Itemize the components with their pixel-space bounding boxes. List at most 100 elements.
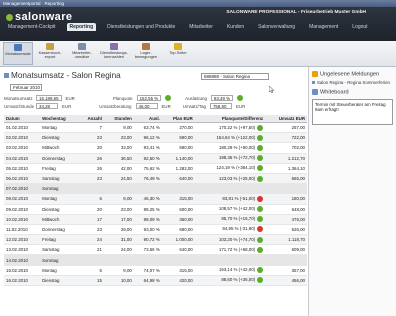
table-cell: 456,00 <box>265 275 307 287</box>
status-indicator-icon <box>257 246 264 253</box>
message-item[interactable]: Salon Regina - Regina Sommerferien <box>312 80 393 85</box>
table-cell: 609,00 <box>265 244 307 256</box>
nav-dienstleistungen[interactable]: Dienstleistungen und Produkte <box>104 23 178 31</box>
table-cell: Dienstag <box>40 204 79 215</box>
table-cell: 124,19 % (+384,10) <box>194 163 266 174</box>
table-cell: 75,62 % <box>133 163 162 174</box>
monatsumsatz-value: 16.189,65 <box>36 95 62 101</box>
column-header[interactable]: Anzahl <box>78 115 104 123</box>
table-cell: 04.02.2010 <box>4 153 41 164</box>
main-nav: Management-Cockpit Reporting Dienstleist… <box>5 23 371 31</box>
nav-kunden[interactable]: Kunden <box>224 23 247 31</box>
table-cell: 85,70 % (+16,70) <box>194 214 266 225</box>
status-indicator-icon <box>257 216 264 223</box>
table-row[interactable]: 10.02.2010 Mittwoch 17 17,00 98,09 % 360,00 85… <box>4 214 307 225</box>
toolbar-dienstleistung-button[interactable]: Dienstleistungs-kennzahlen <box>99 42 129 65</box>
status-indicator-icon <box>257 155 264 162</box>
table-row[interactable]: 11.02.2010 Donnerstag 23 29,00 93,00 % 680,00… <box>4 224 307 236</box>
table-cell: 93,41 % <box>133 142 162 154</box>
table-cell <box>161 254 195 266</box>
table-cell: 06.02.2010 <box>4 173 41 185</box>
messages-heading: Ungelesene Meldungen <box>312 71 393 77</box>
month-select[interactable]: Februar 2010 <box>10 84 42 91</box>
table-row[interactable]: 02.02.2010 Dienstag 23 23,00 96,12 % 590,00 15… <box>4 132 307 144</box>
table-row[interactable]: 13.02.2010 Samstag 21 24,00 73,66 % 640,00 171… <box>4 244 307 256</box>
table-row[interactable]: 12.02.2010 Freitag 24 31,00 90,72 % 1.000,00 1… <box>4 234 307 246</box>
table-cell: 20 <box>78 204 104 215</box>
table-row[interactable]: 03.02.2010 Mittwoch 20 33,00 93,41 % 590,00 18… <box>4 142 307 154</box>
table-row[interactable]: 05.02.2010 Freitag 26 42,00 75,62 % 1.282,00 1… <box>4 163 307 174</box>
table-cell: 92,50 % <box>133 153 162 164</box>
table-cell: 20 <box>78 142 104 154</box>
column-header[interactable]: Wochentag <box>40 115 79 123</box>
column-header[interactable]: Planquote/Differenz <box>194 115 266 123</box>
table-row[interactable]: 15.02.2010 Montag 6 9,00 74,07 % 315,00 163,14… <box>4 265 307 276</box>
toolbar-topseller-button[interactable]: Top-Seller <box>163 42 193 65</box>
table-cell: Freitag <box>40 234 79 246</box>
table-cell: 600,00 <box>161 204 195 215</box>
table-cell: 93,00 % <box>133 224 162 236</box>
column-header[interactable]: Datum <box>4 115 41 123</box>
whiteboard-heading: Whiteboard <box>312 89 393 96</box>
column-header[interactable]: Plan EUR <box>161 115 195 123</box>
table-cell: 171,72 % (+68,00) <box>194 244 266 256</box>
table-row[interactable]: 06.02.2010 Samstag 23 24,50 76,49 % 640,00 123… <box>4 173 307 185</box>
nav-mitarbeiter[interactable]: Mitarbeiter <box>186 23 216 31</box>
umsatzberatung-value: 46,00 <box>135 103 158 109</box>
table-row[interactable]: 16.02.2010 Dienstag 15 10,00 64,98 % 420,00 88… <box>4 275 307 287</box>
logo-icon <box>6 13 13 21</box>
nav-management-cockpit[interactable]: Management-Cockpit <box>5 23 59 31</box>
table-row[interactable]: 14.02.2010 Sonntag <box>4 254 307 266</box>
toolbar-mitarbeiter-button[interactable]: Mitarbeiter-umsätze <box>67 42 97 65</box>
table-cell: Montag <box>40 193 79 205</box>
window-title-bar: Managementportal · Reporting <box>0 0 396 7</box>
table-row[interactable]: 09.02.2010 Dienstag 20 23,00 88,25 % 600,00 10… <box>4 204 307 215</box>
toolbar-kassenbuch-button[interactable]: Kassenbuch-export <box>35 42 65 65</box>
table-cell: 15.02.2010 <box>4 265 41 276</box>
table-cell: 01.02.2010 <box>4 122 41 134</box>
status-indicator-icon <box>257 277 264 284</box>
table-cell: 7 <box>78 122 104 134</box>
table-row[interactable]: 07.02.2010 Sonntag <box>4 183 307 195</box>
table-row[interactable]: 04.02.2010 Donnerstag 26 36,50 92,50 % 1.140,… <box>4 153 307 164</box>
table-cell: 05.02.2010 <box>4 163 41 174</box>
nav-logout[interactable]: Logout <box>349 23 370 31</box>
table-row[interactable]: 01.02.2010 Montag 7 9,00 63,74 % 270,00 170,22… <box>4 122 307 134</box>
table-cell: 1.140,00 <box>161 153 195 164</box>
status-indicator-icon <box>257 165 264 172</box>
table-cell: 26 <box>78 153 104 164</box>
table-body: 01.02.2010 Montag 7 9,00 63,74 % 270,00 170,22… <box>4 122 307 287</box>
toolbar-lager-button[interactable]: Lager-bewegungen <box>131 42 161 65</box>
table-cell <box>78 254 104 266</box>
salon-select[interactable]: 888888 - Salon Regina <box>201 73 269 80</box>
nav-reporting[interactable]: Reporting <box>66 23 97 31</box>
toolbar-monatsumsatz-button[interactable]: Monatsumsatz <box>3 42 33 65</box>
table-cell: 13.02.2010 <box>4 244 41 256</box>
table-cell: 188,36 % (+72,70) <box>194 153 266 164</box>
report-toolbar: Monatsumsatz Kassenbuch-export Mitarbeit… <box>0 41 396 67</box>
table-cell: 590,00 <box>161 132 195 144</box>
column-header[interactable]: Ausl. <box>133 115 162 123</box>
status-indicator-icon <box>257 226 264 233</box>
planquote-value: 152,55 % <box>136 95 162 101</box>
column-header[interactable]: Umsatz EUR <box>265 115 307 123</box>
nav-management[interactable]: Management <box>306 23 341 31</box>
box-icon <box>142 43 150 50</box>
table-cell <box>265 254 307 266</box>
column-header[interactable]: Stunden <box>103 115 134 123</box>
nav-salonverwaltung[interactable]: Salonverwaltung <box>255 23 298 31</box>
table-cell: Samstag <box>40 173 79 185</box>
table-cell: 170,22 % (+97,50) <box>194 122 266 134</box>
table-cell: 46,30 % <box>133 193 162 205</box>
table-cell: 103,20 % (+74,70) <box>194 234 266 246</box>
warning-icon <box>312 71 318 77</box>
whiteboard-note[interactable]: Termin mit Steuerberater am Freitag 9am … <box>312 98 393 125</box>
table-cell: 23,00 <box>103 132 134 144</box>
table-cell: 96,12 % <box>133 132 162 144</box>
app-header: salonware SALONWARE PROFESSIONAL - Frise… <box>0 7 396 41</box>
table-cell: 10,00 <box>103 275 134 287</box>
table-cell: 10.02.2010 <box>4 214 41 225</box>
table-row[interactable]: 08.02.2010 Montag 6 9,00 46,30 % 315,00 83,81 … <box>4 193 307 205</box>
table-cell: 680,00 <box>161 224 195 236</box>
table-cell: 29,00 <box>103 224 134 236</box>
